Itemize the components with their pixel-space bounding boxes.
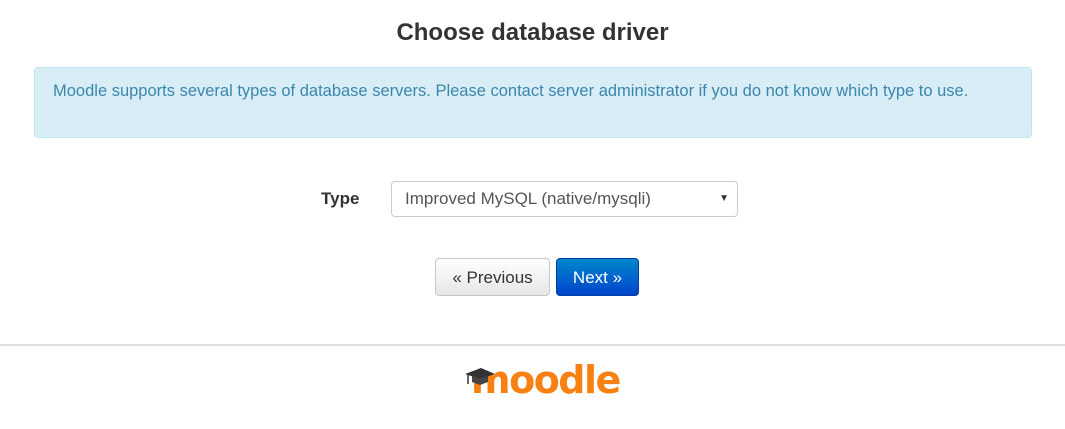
- moodle-logo[interactable]: moodle: [463, 359, 621, 404]
- driver-form-row: Type Improved MySQL (native/mysqli) ▼: [0, 181, 1065, 217]
- page-title: Choose database driver: [396, 19, 669, 46]
- footer-divider: [0, 344, 1065, 346]
- graduation-cap-icon: [465, 368, 495, 385]
- type-label: Type: [321, 189, 360, 208]
- install-page: Choose database driver Moodle supports s…: [0, 0, 1065, 429]
- selected-driver-value: Improved MySQL (native/mysqli): [405, 189, 651, 208]
- caret-down-icon: ▼: [719, 193, 729, 204]
- database-driver-select[interactable]: Improved MySQL (native/mysqli) ▼: [391, 181, 738, 217]
- next-button[interactable]: Next »: [556, 258, 639, 296]
- navigation-buttons: « Previous Next »: [0, 258, 1065, 296]
- info-alert: Moodle supports several types of databas…: [34, 67, 1032, 138]
- previous-button[interactable]: « Previous: [435, 258, 550, 296]
